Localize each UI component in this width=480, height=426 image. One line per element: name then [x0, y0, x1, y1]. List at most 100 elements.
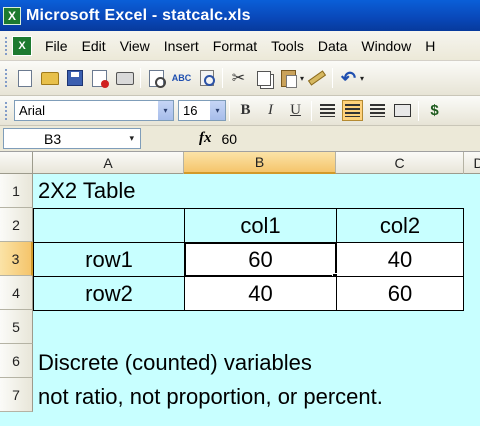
- toolbar-separator: [222, 68, 223, 88]
- table-corner-cell[interactable]: [33, 208, 185, 243]
- new-button[interactable]: [14, 68, 35, 89]
- paste-button[interactable]: [278, 68, 299, 89]
- underline-button[interactable]: U: [285, 100, 306, 121]
- formatting-toolbar: Arial ▾ 16 ▾ B I U $: [0, 96, 480, 126]
- underline-icon: U: [290, 102, 301, 118]
- print-preview-button[interactable]: [146, 68, 167, 89]
- align-center-icon: [345, 104, 360, 117]
- undo-dropdown-icon[interactable]: ▾: [360, 74, 364, 83]
- row1-label-cell[interactable]: row1: [33, 242, 185, 277]
- note-line-2-cell[interactable]: not ratio, not proportion, or percent.: [38, 384, 383, 410]
- row-header-3[interactable]: 3: [0, 242, 33, 276]
- italic-icon: I: [268, 102, 273, 118]
- menu-insert[interactable]: Insert: [157, 38, 206, 54]
- formula-input[interactable]: 60: [222, 131, 238, 147]
- title-bar: X Microsoft Excel - statcalc.xls: [0, 0, 480, 31]
- align-left-icon: [320, 104, 335, 117]
- toolbar-separator: [418, 100, 419, 121]
- select-all-corner[interactable]: [0, 152, 33, 174]
- cut-button[interactable]: ✂: [228, 68, 249, 89]
- column-header-b[interactable]: B: [184, 152, 336, 174]
- print-preview-icon: [149, 69, 166, 88]
- worksheet-grid[interactable]: A B C D 1 2 3 4 5 6 7 2X2 Table col1 col…: [0, 152, 480, 426]
- spelling-button[interactable]: ABC: [171, 68, 192, 89]
- printer-icon: [115, 71, 134, 85]
- menu-data[interactable]: Data: [311, 38, 355, 54]
- chevron-down-icon[interactable]: ▾: [158, 101, 173, 120]
- chevron-down-icon[interactable]: ▾: [210, 101, 225, 120]
- col2-header-cell[interactable]: col2: [336, 208, 464, 243]
- menu-view[interactable]: View: [113, 38, 157, 54]
- column-header-a[interactable]: A: [33, 152, 184, 174]
- toolbar-separator: [140, 68, 141, 88]
- italic-button[interactable]: I: [260, 100, 281, 121]
- column-header-d[interactable]: D: [464, 152, 480, 174]
- menu-help[interactable]: H: [418, 38, 442, 54]
- window-title: Microsoft Excel - statcalc.xls: [26, 6, 251, 24]
- menu-bar: X File Edit View Insert Format Tools Dat…: [0, 31, 480, 61]
- row-header-5[interactable]: 5: [0, 310, 33, 344]
- format-painter-button[interactable]: [306, 68, 327, 89]
- row-header-7[interactable]: 7: [0, 378, 33, 412]
- font-name-select[interactable]: Arial ▾: [14, 100, 174, 121]
- merge-center-button[interactable]: [392, 100, 413, 121]
- table-title-cell[interactable]: 2X2 Table: [38, 178, 135, 204]
- toolbar-grip-handle[interactable]: [4, 100, 8, 121]
- copy-icon: [256, 70, 271, 86]
- permission-icon: [92, 69, 109, 88]
- align-left-button[interactable]: [317, 100, 338, 121]
- formula-bar: B3 ▾ fx 60: [0, 126, 480, 152]
- cell-b4[interactable]: 40: [184, 276, 337, 311]
- toolbar-separator: [332, 68, 334, 88]
- font-size-value: 16: [183, 103, 198, 118]
- toolbar-separator: [229, 100, 230, 121]
- workbook-icon[interactable]: X: [12, 35, 32, 56]
- standard-toolbar: ABC ✂ ▾ ↶ ▾: [0, 61, 480, 96]
- paintbrush-icon: [307, 70, 326, 86]
- cell-c3[interactable]: 40: [336, 242, 464, 277]
- note-line-1-cell[interactable]: Discrete (counted) variables: [38, 350, 312, 376]
- menu-window[interactable]: Window: [354, 38, 418, 54]
- menu-grip-handle[interactable]: [4, 35, 8, 56]
- toolbar-grip-handle[interactable]: [4, 68, 8, 88]
- menu-format[interactable]: Format: [206, 38, 264, 54]
- excel-app-icon[interactable]: X: [3, 6, 21, 25]
- new-document-icon: [17, 69, 32, 87]
- cell-c4[interactable]: 60: [336, 276, 464, 311]
- research-icon: [199, 70, 215, 86]
- font-size-select[interactable]: 16 ▾: [178, 100, 226, 121]
- toolbar-separator: [311, 100, 312, 121]
- undo-button[interactable]: ↶: [338, 68, 359, 89]
- insert-function-icon[interactable]: fx: [199, 130, 212, 147]
- column-header-c[interactable]: C: [336, 152, 464, 174]
- menu-file[interactable]: File: [38, 38, 75, 54]
- font-name-value: Arial: [19, 103, 46, 118]
- copy-button[interactable]: [253, 68, 274, 89]
- scissors-icon: ✂: [231, 70, 246, 87]
- row2-label-cell[interactable]: row2: [33, 276, 185, 311]
- clipboard-icon: [281, 69, 297, 88]
- open-button[interactable]: [39, 68, 60, 89]
- cell-b3-active[interactable]: 60: [184, 242, 337, 277]
- undo-arrow-icon: ↶: [340, 67, 357, 88]
- name-box[interactable]: B3 ▾: [3, 128, 141, 149]
- open-folder-icon: [40, 71, 59, 85]
- permission-button[interactable]: [89, 68, 110, 89]
- research-button[interactable]: [196, 68, 217, 89]
- chevron-down-icon[interactable]: ▾: [129, 133, 134, 144]
- row-header-4[interactable]: 4: [0, 276, 33, 310]
- col1-header-cell[interactable]: col1: [184, 208, 337, 243]
- bold-button[interactable]: B: [235, 100, 256, 121]
- row-header-1[interactable]: 1: [0, 174, 33, 208]
- align-right-button[interactable]: [367, 100, 388, 121]
- currency-button[interactable]: $: [424, 100, 445, 121]
- menu-tools[interactable]: Tools: [264, 38, 311, 54]
- save-disk-icon: [66, 70, 83, 86]
- save-button[interactable]: [64, 68, 85, 89]
- row-header-2[interactable]: 2: [0, 208, 33, 242]
- paste-dropdown-icon[interactable]: ▾: [300, 74, 304, 83]
- align-center-button[interactable]: [342, 100, 363, 121]
- menu-edit[interactable]: Edit: [75, 38, 113, 54]
- row-header-6[interactable]: 6: [0, 344, 33, 378]
- print-button[interactable]: [114, 68, 135, 89]
